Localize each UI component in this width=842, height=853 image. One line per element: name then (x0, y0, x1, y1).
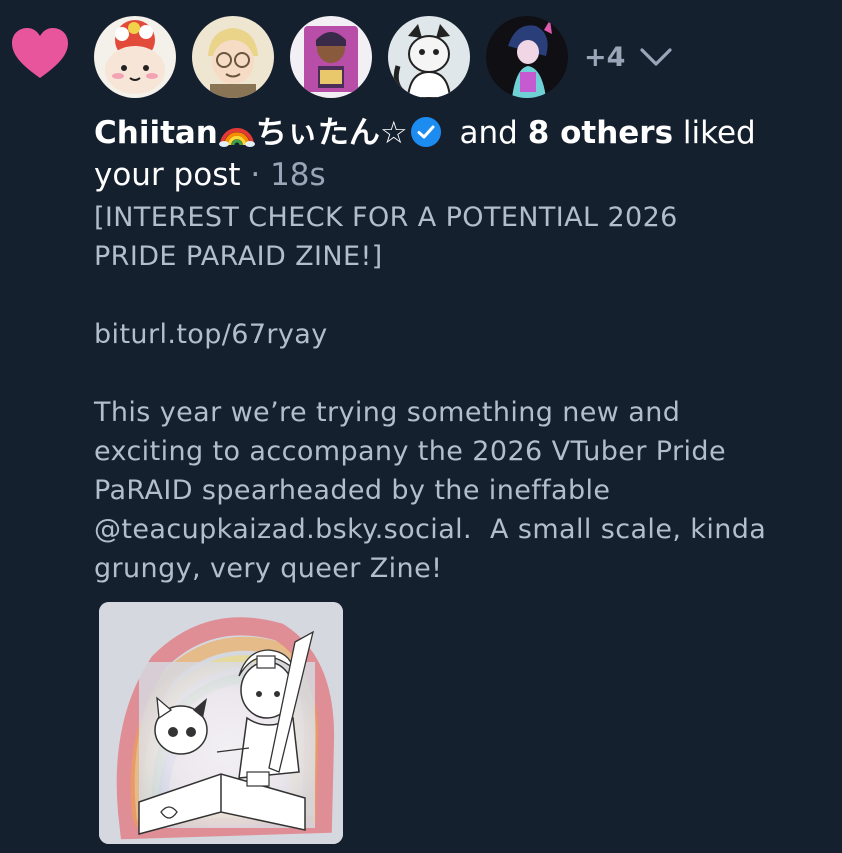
notification-headline: Chiitan ちぃたん☆ and 8 others liked your po… (94, 112, 834, 196)
avatar-1[interactable] (94, 16, 176, 98)
rainbow-emoji (218, 128, 255, 147)
timestamp: 18s (270, 157, 326, 193)
heart-icon (12, 28, 68, 78)
liker-name[interactable]: Chiitan (94, 115, 218, 151)
avatar-5[interactable] (486, 16, 568, 98)
avatar-4[interactable] (388, 16, 470, 98)
avatar-3[interactable] (290, 16, 372, 98)
separator: · (240, 157, 271, 193)
avatar-2[interactable] (192, 16, 274, 98)
liker-avatars: +4 (94, 14, 673, 100)
liker-name-suffix[interactable]: ちぃたん☆ (256, 115, 408, 151)
others-count[interactable]: 8 others (528, 115, 673, 151)
more-likers-count[interactable]: +4 (584, 42, 625, 73)
chevron-down-icon[interactable] (639, 45, 673, 69)
post-image-thumbnail[interactable] (99, 602, 343, 844)
post-text[interactable]: [INTEREST CHECK FOR A POTENTIAL 2026 PRI… (94, 198, 842, 588)
verified-check-icon (410, 117, 441, 147)
and-text: and (449, 115, 528, 151)
